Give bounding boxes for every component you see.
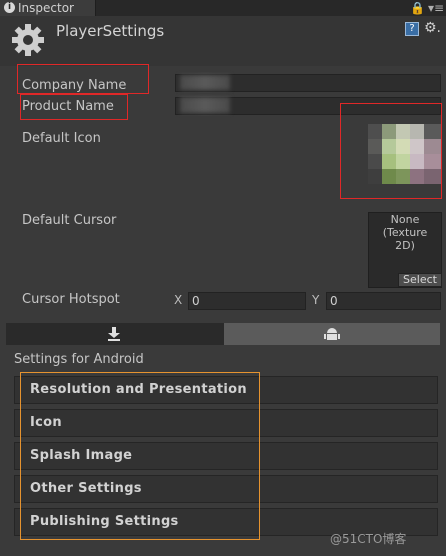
company-name-value-blurred xyxy=(180,75,230,90)
product-name-value-blurred xyxy=(180,97,230,113)
tab-menu-icon[interactable]: ▾≡ xyxy=(428,1,444,15)
default-icon-label: Default Icon xyxy=(22,131,101,146)
default-cursor-label: Default Cursor xyxy=(22,213,117,228)
hotspot-x-label: X xyxy=(174,293,183,307)
company-name-highlight xyxy=(17,64,149,94)
gear-icon xyxy=(12,24,44,56)
texture-line-2: (Texture xyxy=(382,226,428,239)
cursor-hotspot-label: Cursor Hotspot xyxy=(22,292,120,307)
settings-gear-icon[interactable]: ⚙. xyxy=(424,20,441,36)
sections-highlight xyxy=(20,372,260,540)
info-icon: i xyxy=(4,2,15,13)
android-icon xyxy=(324,328,340,340)
product-name-highlight xyxy=(20,94,128,120)
select-button[interactable]: Select xyxy=(398,273,442,287)
texture-none-text: None (Texture 2D) xyxy=(368,213,442,252)
hotspot-y-label: Y xyxy=(312,293,320,307)
hotspot-y-field[interactable]: 0 xyxy=(326,292,441,310)
inspector-tab-label: Inspector xyxy=(18,1,74,15)
texture-line-3: 2D) xyxy=(395,239,415,252)
platform-tab-standalone[interactable] xyxy=(6,323,224,345)
default-icon-highlight xyxy=(340,103,442,199)
download-icon xyxy=(108,327,120,341)
lock-icon[interactable]: 🔒 xyxy=(410,1,425,15)
watermark: @51CTO博客 xyxy=(330,532,407,546)
page-title: PlayerSettings xyxy=(56,22,165,40)
settings-for-label: Settings for Android xyxy=(14,352,144,367)
hotspot-x-field[interactable]: 0 xyxy=(188,292,306,310)
platform-tab-android[interactable] xyxy=(224,323,440,345)
book-help-icon[interactable]: ? xyxy=(405,22,419,36)
texture-line-1: None xyxy=(390,213,420,226)
